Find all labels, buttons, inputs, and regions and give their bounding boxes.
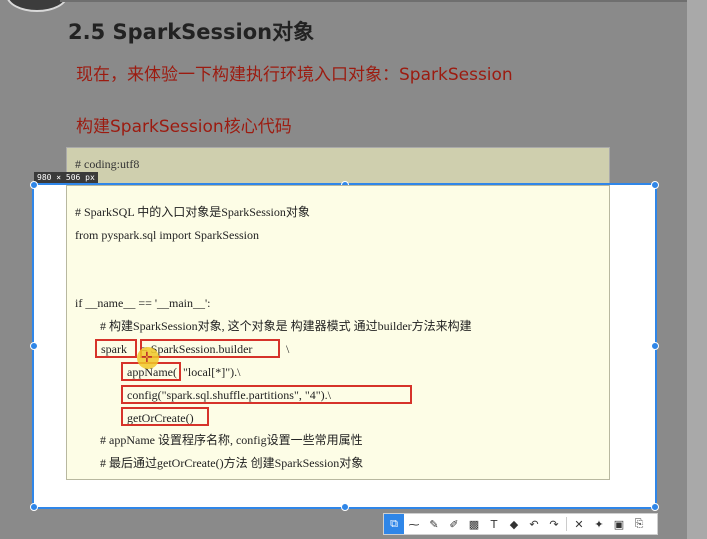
redo-icon[interactable]: ↷: [544, 514, 564, 534]
slide-edge: [687, 0, 707, 539]
annotation-box-builder: [140, 339, 280, 358]
code-line: from pyspark.sql import SparkSession: [75, 228, 259, 242]
resize-handle-tr[interactable]: [651, 181, 659, 189]
select-icon[interactable]: ⧉: [384, 514, 404, 534]
code-line-continuation: \: [283, 342, 290, 356]
background-code-line: # coding:utf8: [75, 157, 140, 171]
resize-handle-bm[interactable]: [341, 503, 349, 511]
code-line: if __name__ == '__main__':: [75, 296, 211, 310]
move-cursor-icon: ✛: [141, 350, 153, 366]
screenshot-toolbar: ⧉ ⁓ ✎ ✐ ▩ T ◆ ↶ ↷ ✕ ✦ ▣ ⎘: [383, 513, 658, 535]
code-comment: # appName 设置程序名称, config设置一些常用属性: [100, 433, 363, 447]
resize-handle-br[interactable]: [651, 503, 659, 511]
save-icon[interactable]: ▣: [609, 514, 629, 534]
code-comment: # 最后通过getOrCreate()方法 创建SparkSession对象: [100, 456, 364, 470]
code-token-appname-arg: "local[*]").\: [183, 365, 241, 379]
marker-icon[interactable]: ✐: [444, 514, 464, 534]
undo-icon[interactable]: ↶: [524, 514, 544, 534]
code-comment: # 构建SparkSession对象, 这个对象是 构建器模式 通过builde…: [100, 319, 472, 333]
resize-handle-bl[interactable]: [30, 503, 38, 511]
line-icon[interactable]: ⁓: [404, 514, 424, 534]
toolbar-separator: [566, 517, 567, 531]
slide-subtitle: 现在，来体验一下构建执行环境入口对象：SparkSession: [76, 65, 513, 85]
resize-handle-mr[interactable]: [651, 342, 659, 350]
annotation-box-config: [121, 385, 412, 404]
selection-size-label: 980 × 506 px: [34, 172, 98, 184]
annotation-box-getorcreate: [121, 407, 209, 426]
resize-handle-tl[interactable]: [30, 181, 38, 189]
presenter-avatar: [6, 0, 68, 12]
pen-icon[interactable]: ✎: [424, 514, 444, 534]
code-line: # SparkSQL 中的入口对象是SparkSession对象: [75, 205, 310, 219]
annotation-box-spark: [95, 339, 137, 358]
eraser-icon[interactable]: ◆: [504, 514, 524, 534]
text-icon[interactable]: T: [484, 514, 504, 534]
copy-icon[interactable]: ⎘: [629, 514, 649, 534]
slide-section-heading: 构建SparkSession核心代码: [76, 117, 292, 137]
resize-handle-ml[interactable]: [30, 342, 38, 350]
pin-icon[interactable]: ✦: [589, 514, 609, 534]
close-icon[interactable]: ✕: [569, 514, 589, 534]
top-divider: [60, 0, 707, 2]
slide-title: 2.5 SparkSession对象: [68, 20, 315, 44]
mosaic-icon[interactable]: ▩: [464, 514, 484, 534]
